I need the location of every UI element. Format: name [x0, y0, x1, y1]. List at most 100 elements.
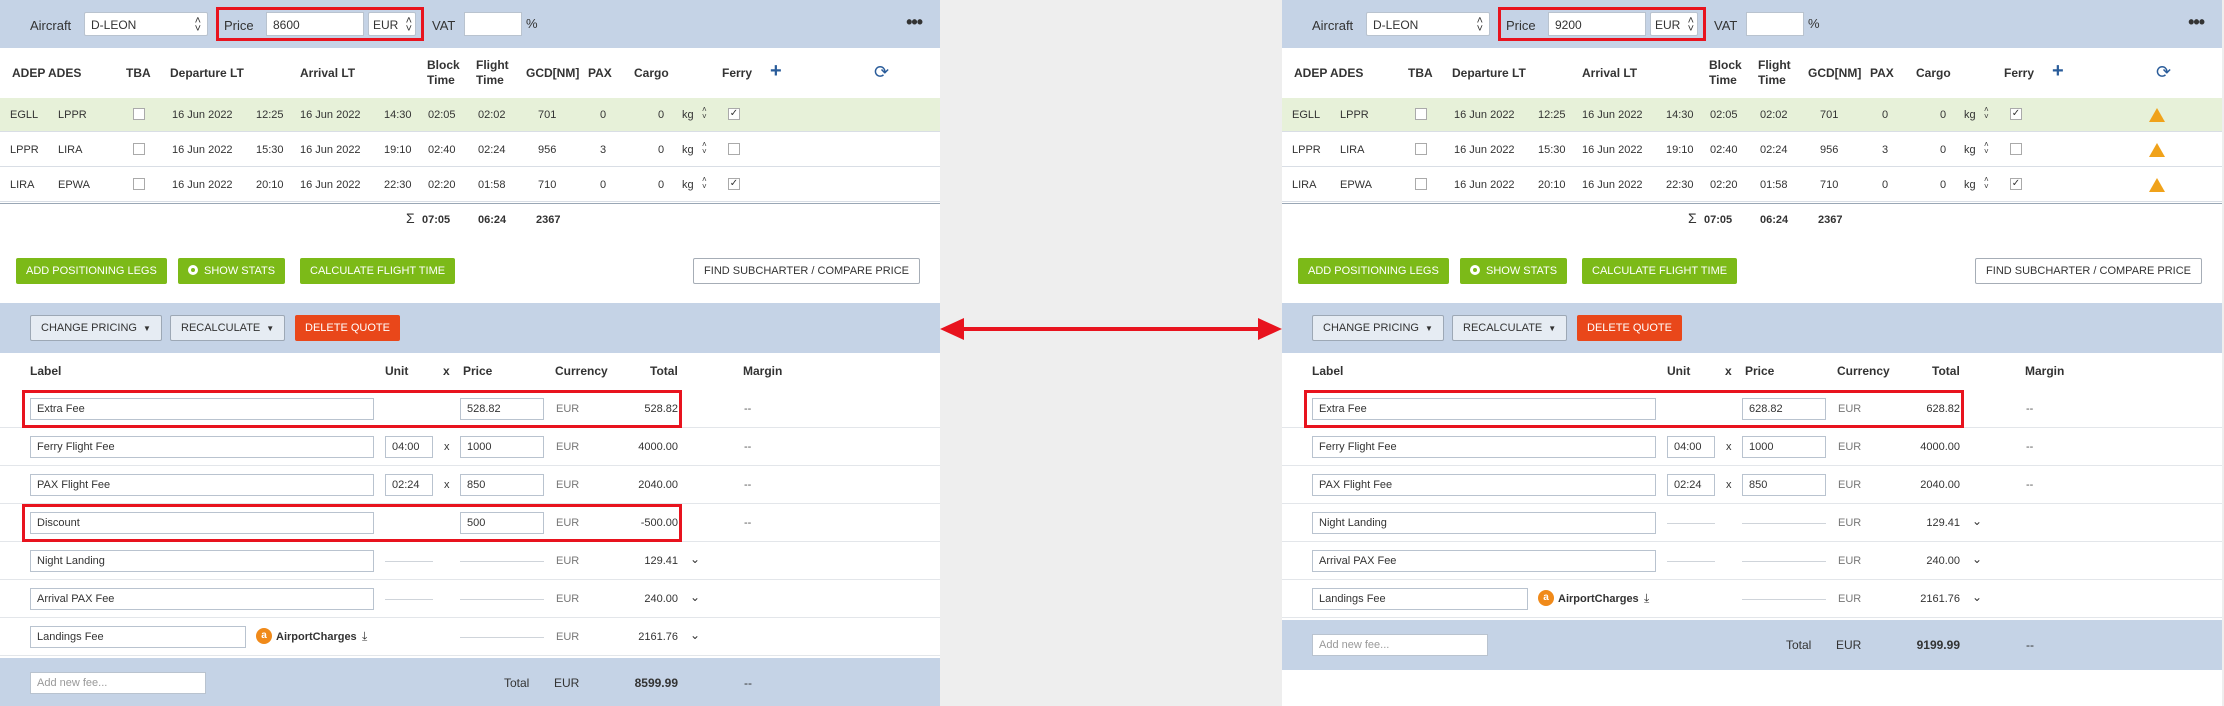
tba-checkbox[interactable] [133, 143, 145, 155]
find-subcharter-button[interactable]: FIND SUBCHARTER / COMPARE PRICE [1975, 258, 2202, 284]
fee-price-input[interactable]: 1000 [460, 436, 544, 458]
recalculate-button[interactable]: RECALCULATE ▼ [1452, 315, 1568, 341]
show-stats-label: SHOW STATS [204, 265, 276, 277]
leg-row[interactable]: EGLL LPPR 16 Jun 2022 12:25 16 Jun 2022 14:30… [1282, 98, 2222, 132]
download-icon[interactable]: ⤓ [362, 629, 367, 644]
find-subcharter-button[interactable]: FIND SUBCHARTER / COMPARE PRICE [693, 258, 920, 284]
price-input[interactable]: 9200 [1548, 12, 1646, 36]
expand-chevron-icon[interactable]: ⌄ [690, 590, 700, 604]
leg-row[interactable]: LIRA EPWA 16 Jun 2022 20:10 16 Jun 2022 22:30… [0, 168, 940, 202]
ferry-checkbox[interactable] [2010, 143, 2022, 155]
fee-row[interactable]: Ferry Flight Fee 04:00 x 1000 -- EUR 4000.00 [0, 428, 940, 466]
more-options-icon[interactable]: ••• [906, 12, 923, 33]
refresh-icon[interactable]: ⟳ [2156, 62, 2171, 83]
fee-header-total: Total [650, 364, 678, 378]
add-new-fee-input[interactable]: Add new fee... [1312, 634, 1488, 656]
expand-chevron-icon[interactable]: ⌄ [690, 628, 700, 642]
fee-label-input[interactable]: Arrival PAX Fee [30, 588, 374, 610]
price-input[interactable]: 8600 [266, 12, 364, 36]
aircraft-select[interactable]: D-LEON ˄ ˅ [84, 12, 208, 36]
leg-row[interactable]: LPPR LIRA 16 Jun 2022 15:30 16 Jun 2022 19:10… [0, 133, 940, 167]
fee-row[interactable]: PAX Flight Fee 02:24 x 850 -- EUR 2040.00 [0, 466, 940, 504]
fee-label-input[interactable]: PAX Flight Fee [30, 474, 374, 496]
cargo-unit-arrows-icon[interactable]: ˄ ˅ [702, 141, 707, 156]
fee-row[interactable]: Extra Fee 528.82 -- EUR 528.82 [0, 390, 940, 428]
expand-chevron-icon[interactable]: ⌄ [690, 552, 700, 566]
flight-time-cell: 01:58 [478, 179, 506, 191]
delete-quote-button[interactable]: DELETE QUOTE [1577, 315, 1682, 341]
currency-select[interactable]: EUR ˄ ˅ [368, 12, 416, 36]
tba-checkbox[interactable] [1415, 178, 1427, 190]
fee-row[interactable]: Extra Fee 628.82 -- EUR 628.82 [1282, 390, 2222, 428]
fee-label-input[interactable]: Night Landing [30, 550, 374, 572]
fee-row[interactable]: Arrival PAX Fee ⌄ EUR 240.00 [1282, 542, 2222, 580]
fee-label-input[interactable]: Ferry Flight Fee [30, 436, 374, 458]
ferry-checkbox[interactable] [728, 143, 740, 155]
ferry-checkbox[interactable]: ✓ [2010, 178, 2022, 190]
download-icon[interactable]: ⤓ [1644, 591, 1649, 606]
vat-input[interactable] [1746, 12, 1804, 36]
leg-row[interactable]: LIRA EPWA 16 Jun 2022 20:10 16 Jun 2022 22:30… [1282, 168, 2222, 202]
ferry-checkbox[interactable]: ✓ [728, 178, 740, 190]
fee-price-input[interactable]: 850 [460, 474, 544, 496]
vat-input[interactable] [464, 12, 522, 36]
calculate-flight-time-button[interactable]: CALCULATE FLIGHT TIME [300, 258, 456, 284]
fee-label-input[interactable]: Arrival PAX Fee [1312, 550, 1656, 572]
tba-checkbox[interactable] [1415, 108, 1427, 120]
fee-row[interactable]: Night Landing ⌄ EUR 129.41 [1282, 504, 2222, 542]
fee-row[interactable]: Ferry Flight Fee 04:00 x 1000 -- EUR 4000.00 [1282, 428, 2222, 466]
recalculate-button[interactable]: RECALCULATE ▼ [170, 315, 286, 341]
ferry-checkbox[interactable]: ✓ [728, 108, 740, 120]
warning-icon[interactable] [2149, 143, 2165, 157]
fee-unit-input[interactable]: 02:24 [385, 474, 433, 496]
tba-checkbox[interactable] [133, 178, 145, 190]
fee-unit-input[interactable]: 04:00 [1667, 436, 1715, 458]
refresh-icon[interactable]: ⟳ [874, 62, 889, 83]
show-stats-button[interactable]: SHOW STATS [1460, 258, 1568, 284]
add-positioning-legs-button[interactable]: ADD POSITIONING LEGS [1298, 258, 1449, 284]
fee-row[interactable]: Arrival PAX Fee ⌄ EUR 240.00 [0, 580, 940, 618]
expand-chevron-icon[interactable]: ⌄ [1972, 552, 1982, 566]
fee-row[interactable]: Landings Fee ⌄ a AirportCharges ⤓ EUR 2161.76 [1282, 580, 2222, 618]
fee-row[interactable]: Landings Fee ⌄ a AirportCharges ⤓ EUR 2161.76 [0, 618, 940, 656]
leg-row[interactable]: LPPR LIRA 16 Jun 2022 15:30 16 Jun 2022 19:10… [1282, 133, 2222, 167]
calculate-flight-time-button[interactable]: CALCULATE FLIGHT TIME [1582, 258, 1738, 284]
fee-label-input[interactable]: PAX Flight Fee [1312, 474, 1656, 496]
fee-label-input[interactable]: Landings Fee [30, 626, 246, 648]
tba-checkbox[interactable] [133, 108, 145, 120]
fee-row[interactable]: PAX Flight Fee 02:24 x 850 -- EUR 2040.00 [1282, 466, 2222, 504]
fee-price-input[interactable]: 1000 [1742, 436, 1826, 458]
fee-row[interactable]: Discount 500 -- EUR -500.00 [0, 504, 940, 542]
cargo-unit-arrows-icon[interactable]: ˄ ˅ [702, 106, 707, 121]
more-options-icon[interactable]: ••• [2188, 12, 2205, 33]
ferry-checkbox[interactable]: ✓ [2010, 108, 2022, 120]
cargo-unit-arrows-icon[interactable]: ˄ ˅ [1984, 176, 1989, 191]
currency-select[interactable]: EUR ˄ ˅ [1650, 12, 1698, 36]
arr-time-cell: 19:10 [1666, 144, 1694, 156]
add-new-fee-input[interactable]: Add new fee... [30, 672, 206, 694]
cargo-unit-arrows-icon[interactable]: ˄ ˅ [1984, 141, 1989, 156]
show-stats-button[interactable]: SHOW STATS [178, 258, 286, 284]
fee-unit-input[interactable]: 02:24 [1667, 474, 1715, 496]
add-leg-icon[interactable]: + [770, 60, 782, 83]
expand-chevron-icon[interactable]: ⌄ [1972, 514, 1982, 528]
warning-icon[interactable] [2149, 108, 2165, 122]
aircraft-select[interactable]: D-LEON ˄ ˅ [1366, 12, 1490, 36]
fee-label-input[interactable]: Night Landing [1312, 512, 1656, 534]
delete-quote-button[interactable]: DELETE QUOTE [295, 315, 400, 341]
change-pricing-button[interactable]: CHANGE PRICING ▼ [1312, 315, 1444, 341]
cargo-unit-arrows-icon[interactable]: ˄ ˅ [1984, 106, 1989, 121]
fee-label-input[interactable]: Landings Fee [1312, 588, 1528, 610]
fee-row[interactable]: Night Landing ⌄ EUR 129.41 [0, 542, 940, 580]
add-leg-icon[interactable]: + [2052, 60, 2064, 83]
fee-label-input[interactable]: Ferry Flight Fee [1312, 436, 1656, 458]
tba-checkbox[interactable] [1415, 143, 1427, 155]
warning-icon[interactable] [2149, 178, 2165, 192]
cargo-unit-arrows-icon[interactable]: ˄ ˅ [702, 176, 707, 191]
change-pricing-button[interactable]: CHANGE PRICING ▼ [30, 315, 162, 341]
leg-row[interactable]: EGLL LPPR 16 Jun 2022 12:25 16 Jun 2022 14:30… [0, 98, 940, 132]
fee-price-input[interactable]: 850 [1742, 474, 1826, 496]
expand-chevron-icon[interactable]: ⌄ [1972, 590, 1982, 604]
add-positioning-legs-button[interactable]: ADD POSITIONING LEGS [16, 258, 167, 284]
fee-unit-input[interactable]: 04:00 [385, 436, 433, 458]
